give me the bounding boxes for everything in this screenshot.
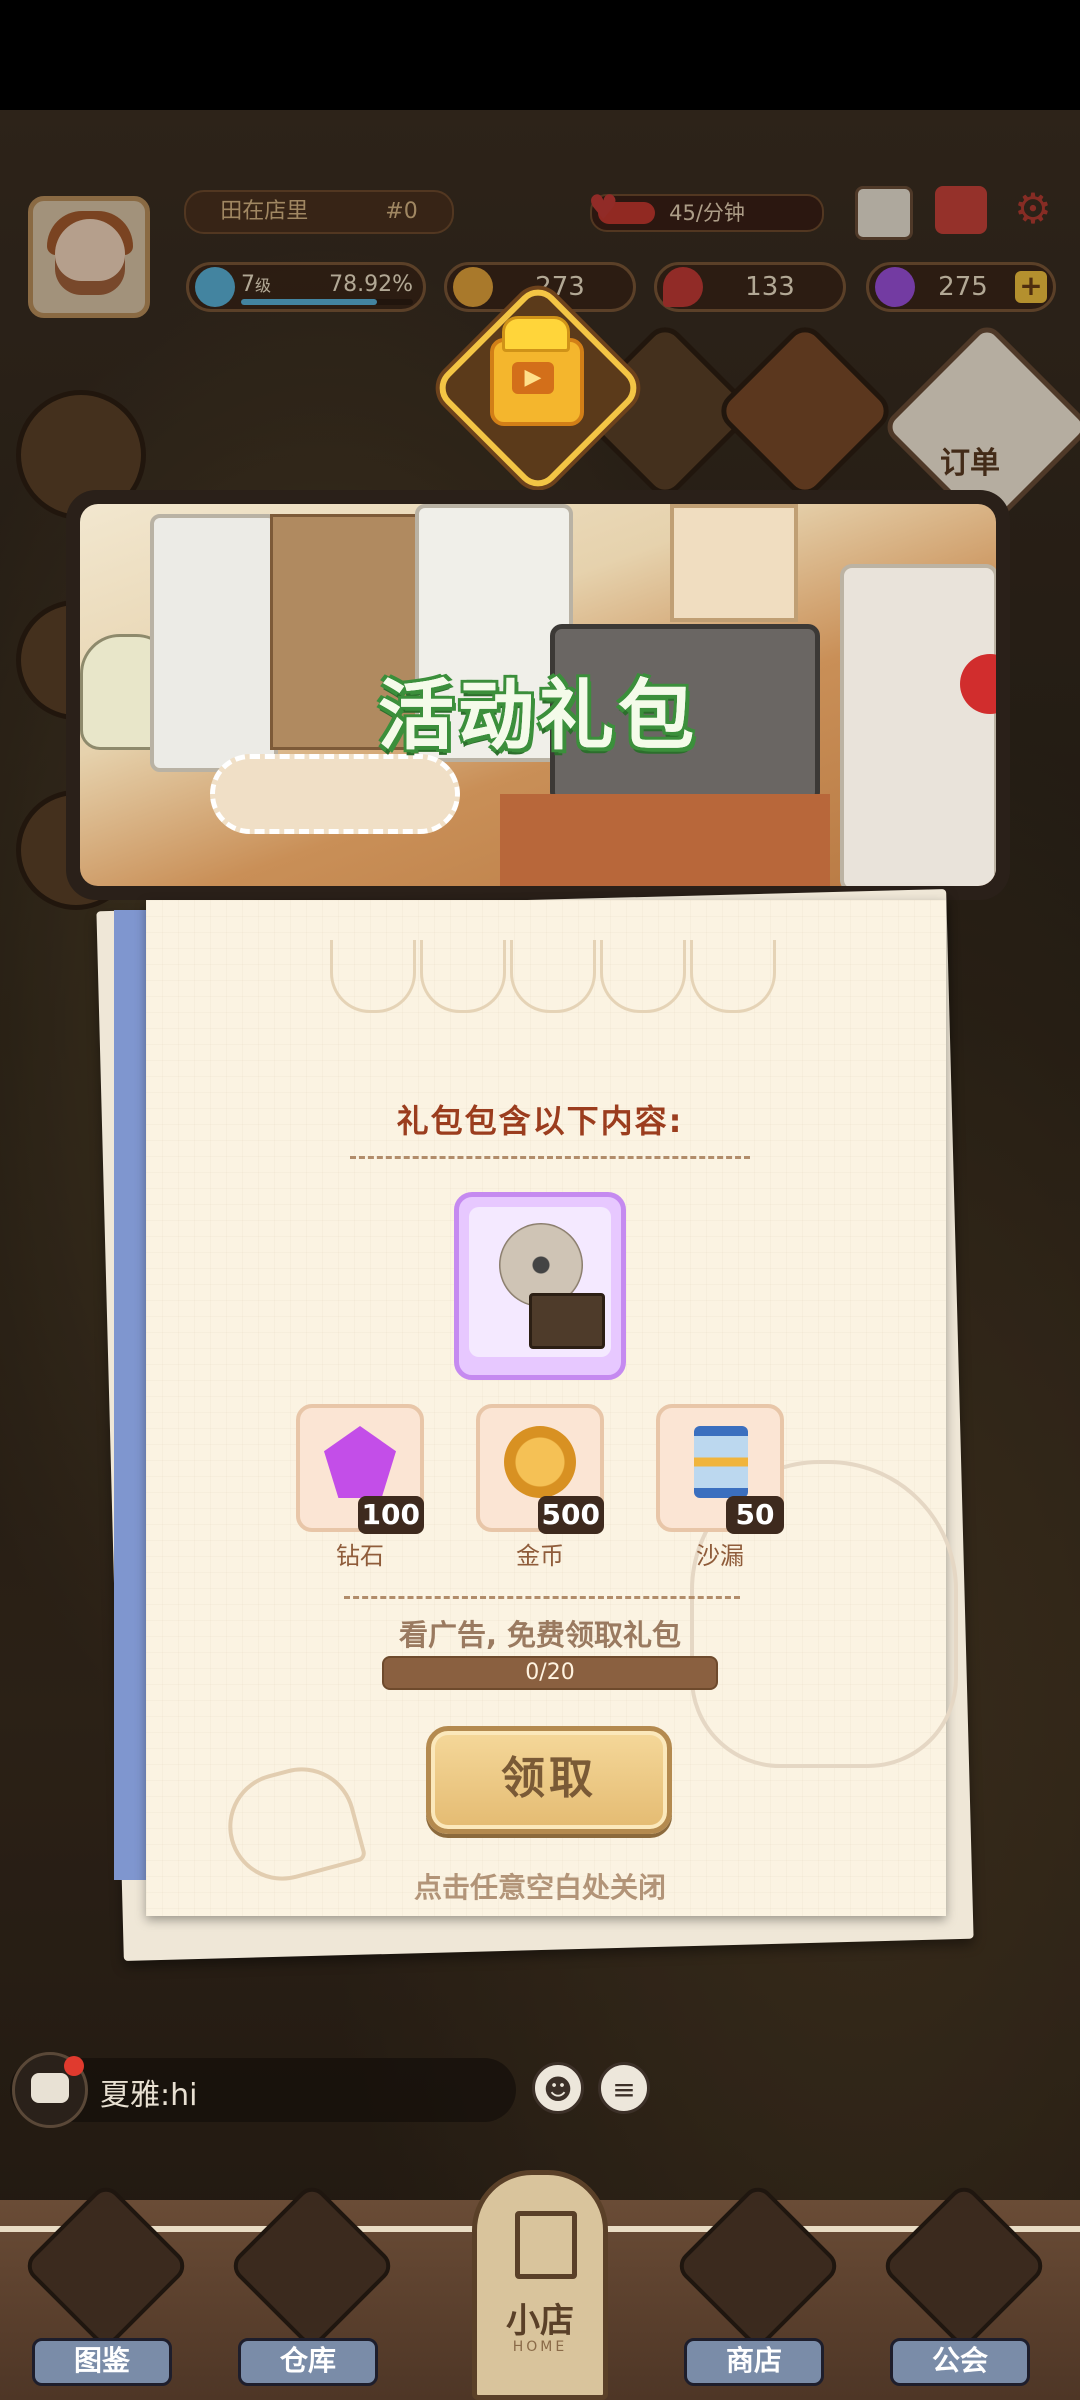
book-icon — [21, 2181, 191, 2351]
picture-illustration — [670, 504, 798, 622]
nav-item-guild[interactable]: 公会 — [879, 2181, 1049, 2400]
home-sublabel: HOME — [512, 2339, 568, 2355]
ad-instruction-text: 看广告, 免费领取礼包 — [398, 1618, 682, 1652]
reward-quantity: 50 — [726, 1496, 784, 1534]
main-item-background — [469, 1207, 611, 1357]
divider — [344, 1596, 740, 1599]
banner-title: 活动礼包 — [378, 671, 698, 760]
nav-item-encyclopedia[interactable]: 图鉴 — [21, 2181, 191, 2400]
home-label: 小店 — [506, 2301, 574, 2341]
ad-progress-text: 0/20 — [525, 1660, 575, 1685]
reward-item-hourglass: 50 — [656, 1404, 784, 1534]
counter-illustration — [500, 794, 830, 886]
nav-item-warehouse[interactable]: 仓库 — [227, 2181, 397, 2400]
reward-item-gem: 100 — [296, 1404, 424, 1534]
bunting-doodle — [330, 940, 776, 1020]
rug-illustration — [210, 754, 460, 834]
reward-quantity: 100 — [357, 1496, 424, 1534]
kitchen-illustration: 活动礼包 — [80, 504, 996, 886]
paper-blue-edge — [114, 910, 146, 1880]
nav-label: 商店 — [684, 2338, 824, 2386]
panel-title: 礼包包含以下内容: — [396, 1102, 684, 1140]
reward-label: 沙漏 — [696, 1542, 744, 1570]
reward-label: 钻石 — [336, 1542, 384, 1570]
nav-label: 公会 — [890, 2338, 1030, 2386]
phonograph-item — [454, 1192, 626, 1380]
reward-quantity: 500 — [537, 1496, 604, 1534]
ad-progress-bar: 0/20 — [382, 1656, 718, 1690]
phonograph-base — [529, 1293, 605, 1349]
nav-label: 仓库 — [238, 2338, 378, 2386]
play-icon: ▶ — [512, 362, 554, 394]
notification-dot — [64, 2056, 84, 2076]
event-banner: 活动礼包 — [66, 490, 1010, 900]
chat-bubble-icon — [31, 2073, 69, 2103]
status-bar — [0, 0, 1080, 110]
chat-message: 夏雅:hi — [100, 2078, 198, 2113]
box-icon — [227, 2181, 397, 2351]
gem-icon — [324, 1426, 396, 1498]
claim-button[interactable]: 领取 — [426, 1726, 672, 1834]
shop-icon — [673, 2181, 843, 2351]
reward-label: 金币 — [516, 1542, 564, 1570]
close-hint: 点击任意空白处关闭 — [413, 1871, 666, 1904]
nav-item-home[interactable]: 小店 HOME — [472, 2170, 608, 2400]
chat-menu-button[interactable]: ≡ — [598, 2062, 650, 2114]
gift-bow-icon — [502, 316, 570, 352]
nav-label: 图鉴 — [32, 2338, 172, 2386]
hourglass-icon — [694, 1426, 748, 1498]
coin-icon — [504, 1426, 576, 1498]
emoji-button[interactable]: ☻ — [532, 2062, 584, 2114]
guild-icon — [879, 2181, 1049, 2351]
house-icon — [515, 2211, 577, 2279]
reward-item-coin: 500 — [476, 1404, 604, 1534]
divider — [350, 1156, 750, 1159]
nav-item-store[interactable]: 商店 — [673, 2181, 843, 2400]
